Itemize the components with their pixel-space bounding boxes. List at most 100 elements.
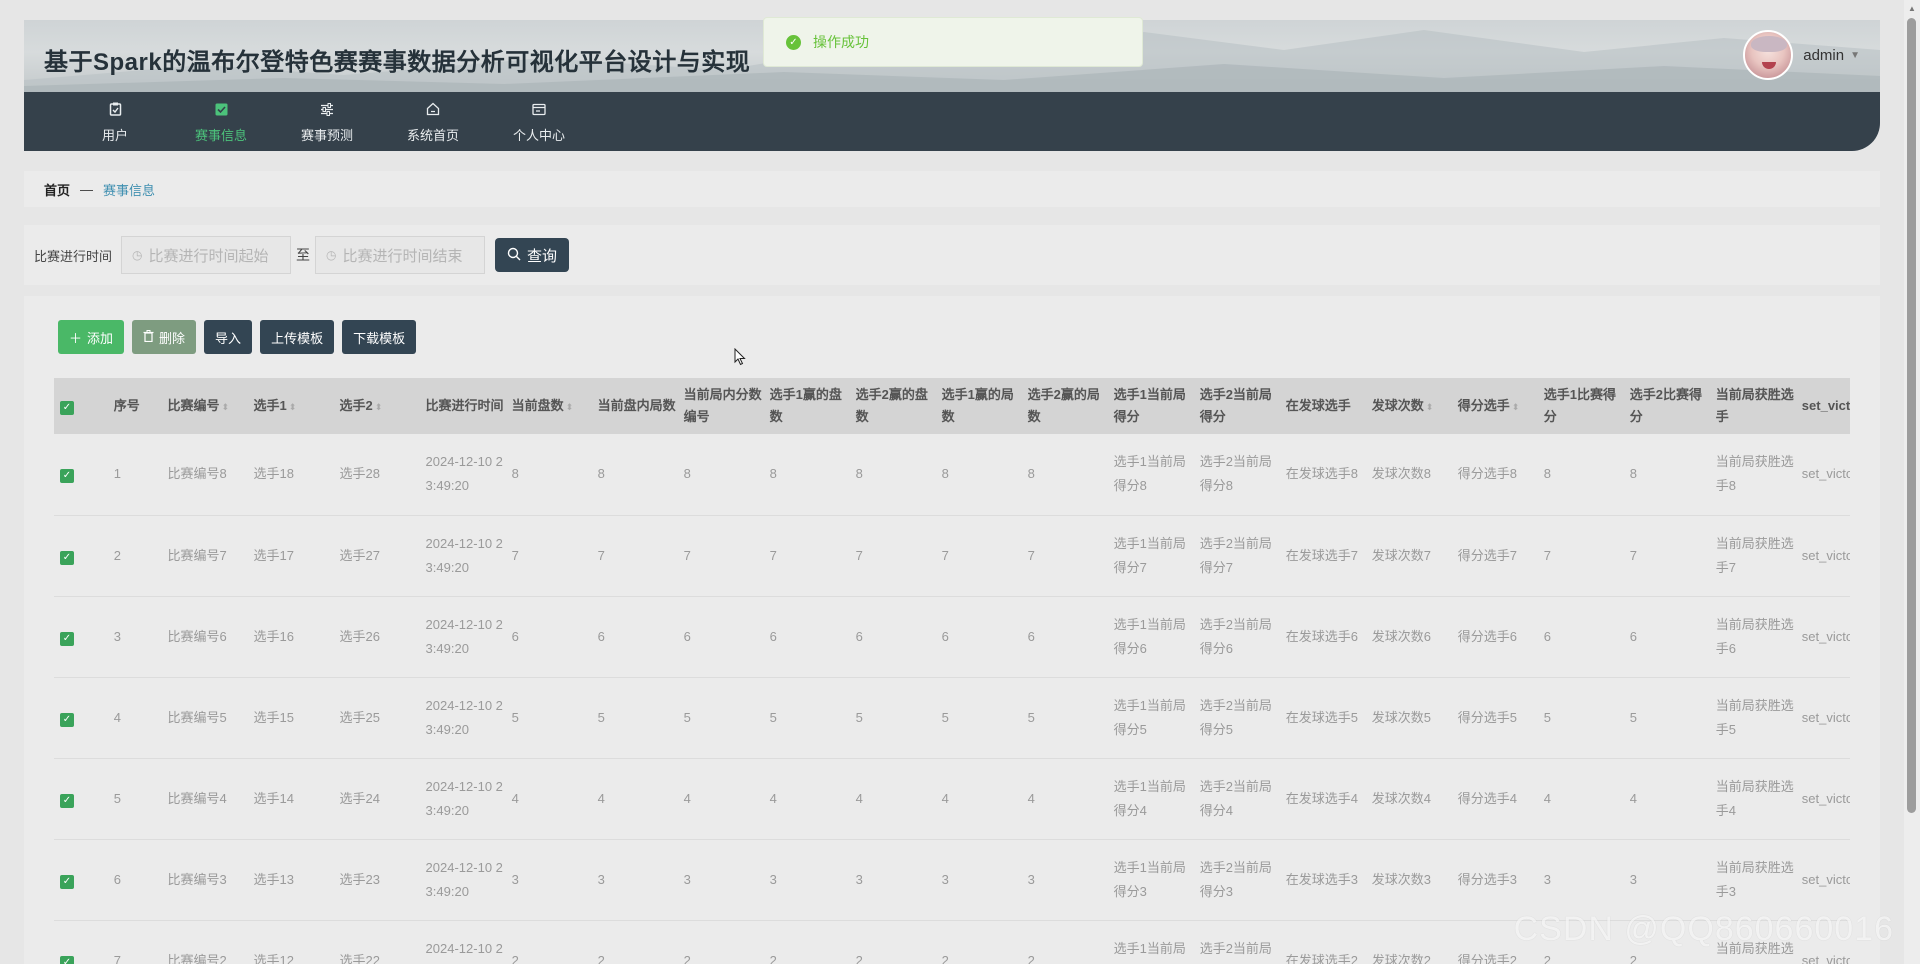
column-header-label: 得分选手: [1457, 397, 1510, 413]
sort-icon[interactable]: ⬍: [375, 402, 383, 412]
table-cell: 发球次数6: [1371, 628, 1431, 644]
table-cell: 当前局获胜选手7: [1715, 535, 1794, 575]
data-table-container[interactable]: ✓ 序号 比赛编号 ⬍ 选手1 ⬍ 选手2 ⬍ 比赛进行时间 当前盘数 ⬍ 当前盘内局数 当前局内分数…: [54, 378, 1850, 964]
table-row[interactable]: ✓ 4 比赛编号5 选手15 选手25 2024-12-10 23:49:20 5 5 5 5 5 5…: [54, 677, 1850, 758]
sort-icon[interactable]: ⬍: [1512, 402, 1520, 412]
avatar[interactable]: [1743, 30, 1794, 80]
table-cell: 5: [941, 709, 949, 725]
query-label: 查询: [527, 247, 558, 265]
row-checkbox[interactable]: ✓: [54, 920, 108, 964]
column-header[interactable]: 比赛编号 ⬍: [162, 378, 248, 434]
row-checkbox[interactable]: ✓: [54, 434, 108, 515]
table-cell: 4: [1027, 790, 1035, 806]
table-cell: 在发球选手2: [1285, 952, 1358, 964]
table-cell: 得分选手3: [1457, 871, 1517, 887]
table-cell: 4: [511, 790, 519, 806]
scrollbar-thumb[interactable]: [1907, 18, 1916, 813]
table-cell: 2024-12-10 23:49:20: [425, 859, 503, 899]
table-cell: 2: [511, 952, 519, 964]
table-cell: set_victor4: [1801, 790, 1850, 806]
import-button[interactable]: 导入: [204, 320, 253, 354]
breadcrumb-home[interactable]: 首页: [44, 180, 70, 199]
download-template-button[interactable]: 下载模板: [342, 320, 417, 354]
table-cell: 2024-12-10 23:49:20: [425, 778, 503, 818]
table-cell: 选手28: [339, 466, 380, 482]
end-date-input[interactable]: ◷ 比赛进行时间结束: [315, 236, 486, 274]
checkbox-checked-icon: ✓: [60, 955, 74, 964]
select-all-checkbox[interactable]: ✓: [54, 378, 108, 434]
nav-label: 赛事预测: [300, 128, 353, 143]
sort-icon[interactable]: ⬍: [566, 402, 574, 412]
sliders-icon: [320, 99, 334, 119]
column-header[interactable]: 得分选手 ⬍: [1452, 378, 1538, 434]
upload-template-button[interactable]: 上传模板: [260, 320, 335, 354]
checkbox-checked-icon: ✓: [60, 712, 74, 727]
column-header-label: 选手2: [339, 397, 373, 413]
table-cell: 比赛编号8: [167, 466, 227, 482]
success-toast: ✓ 操作成功: [763, 17, 1143, 67]
page-scrollbar[interactable]: ▲: [1904, 0, 1920, 964]
table-cell: 8: [511, 466, 519, 482]
table-row[interactable]: ✓ 5 比赛编号4 选手14 选手24 2024-12-10 23:49:20 4 4 4 4 4 4…: [54, 758, 1850, 839]
sort-icon[interactable]: ⬍: [289, 402, 297, 412]
column-header: set_victor: [1796, 378, 1850, 434]
delete-button[interactable]: 删除: [132, 320, 197, 354]
table-cell: set_victor5: [1801, 709, 1850, 725]
table-cell: 选手2当前局得分4: [1199, 778, 1272, 818]
table-cell: 在发球选手8: [1285, 466, 1358, 482]
column-header[interactable]: 发球次数 ⬍: [1366, 378, 1452, 434]
table-cell: set_victor3: [1801, 871, 1850, 887]
table-cell: 5: [855, 709, 863, 725]
table-cell: 得分选手5: [1457, 709, 1517, 725]
sort-icon[interactable]: ⬍: [1426, 402, 1434, 412]
column-header: 选手1赢的局数: [936, 378, 1022, 434]
row-checkbox[interactable]: ✓: [54, 515, 108, 596]
table-row[interactable]: ✓ 3 比赛编号6 选手16 选手26 2024-12-10 23:49:20 6 6 6 6 6 6…: [54, 596, 1850, 677]
user-name[interactable]: admin: [1803, 47, 1844, 64]
column-header-label: 选手1: [253, 397, 287, 413]
toast-message: 操作成功: [813, 34, 869, 50]
row-checkbox[interactable]: ✓: [54, 596, 108, 677]
table-cell: 选手12: [253, 952, 294, 964]
row-checkbox[interactable]: ✓: [54, 677, 108, 758]
column-header[interactable]: 当前盘数 ⬍: [506, 378, 592, 434]
row-checkbox[interactable]: ✓: [54, 758, 108, 839]
column-header-label: 序号: [113, 398, 140, 413]
date-range-separator: 至: [296, 247, 311, 263]
table-cell: set_victor7: [1801, 547, 1850, 563]
table-cell: 8: [855, 466, 863, 482]
table-row[interactable]: ✓ 6 比赛编号3 选手13 选手23 2024-12-10 23:49:20 3 3 3 3 3 3…: [54, 839, 1850, 920]
nav-item-system-home[interactable]: 系统首页: [380, 92, 486, 151]
column-header-label: 选手2比赛得分: [1629, 387, 1702, 424]
table-cell: 1: [113, 466, 121, 482]
column-header: 选手1比赛得分: [1538, 378, 1624, 434]
plus-icon: ＋: [69, 330, 83, 346]
table-cell: 6: [941, 628, 949, 644]
column-header[interactable]: 选手1 ⬍: [248, 378, 334, 434]
table-cell: 6: [769, 628, 777, 644]
column-header[interactable]: 选手2 ⬍: [334, 378, 420, 434]
table-row[interactable]: ✓ 1 比赛编号8 选手18 选手28 2024-12-10 23:49:20 8 8 8 8 8 8…: [54, 434, 1850, 515]
main-nav: 用户 赛事信息 赛事预测 系统首页 个人中心: [24, 92, 592, 151]
sort-icon[interactable]: ⬍: [222, 402, 230, 412]
table-row[interactable]: ✓ 2 比赛编号7 选手17 选手27 2024-12-10 23:49:20 7 7 7 7 7 7…: [54, 515, 1850, 596]
row-checkbox[interactable]: ✓: [54, 839, 108, 920]
chevron-down-icon[interactable]: ▼: [1850, 50, 1860, 61]
nav-item-users[interactable]: 用户: [62, 92, 168, 151]
user-menu[interactable]: admin ▼: [1743, 30, 1860, 80]
query-button[interactable]: 查询: [495, 238, 570, 272]
table-cell: 3: [683, 871, 691, 887]
start-date-input[interactable]: ◷ 比赛进行时间起始: [121, 236, 292, 274]
table-cell: 得分选手8: [1457, 466, 1517, 482]
table-cell: 发球次数2: [1371, 952, 1431, 964]
table-cell: 4: [1629, 790, 1637, 806]
table-cell: 比赛编号2: [167, 952, 227, 964]
nav-item-match-info[interactable]: 赛事信息: [168, 92, 274, 151]
table-header-row: ✓ 序号 比赛编号 ⬍ 选手1 ⬍ 选手2 ⬍ 比赛进行时间 当前盘数 ⬍ 当前盘内局数 当前局内分数…: [54, 378, 1850, 434]
table-cell: 当前局获胜选手6: [1715, 616, 1794, 656]
table-cell: 比赛编号4: [167, 790, 227, 806]
add-button[interactable]: ＋ 添加: [58, 320, 125, 354]
nav-item-match-prediction[interactable]: 赛事预测: [274, 92, 380, 151]
scroll-up-icon[interactable]: ▲: [1908, 4, 1916, 13]
nav-item-personal-center[interactable]: 个人中心: [486, 92, 592, 151]
